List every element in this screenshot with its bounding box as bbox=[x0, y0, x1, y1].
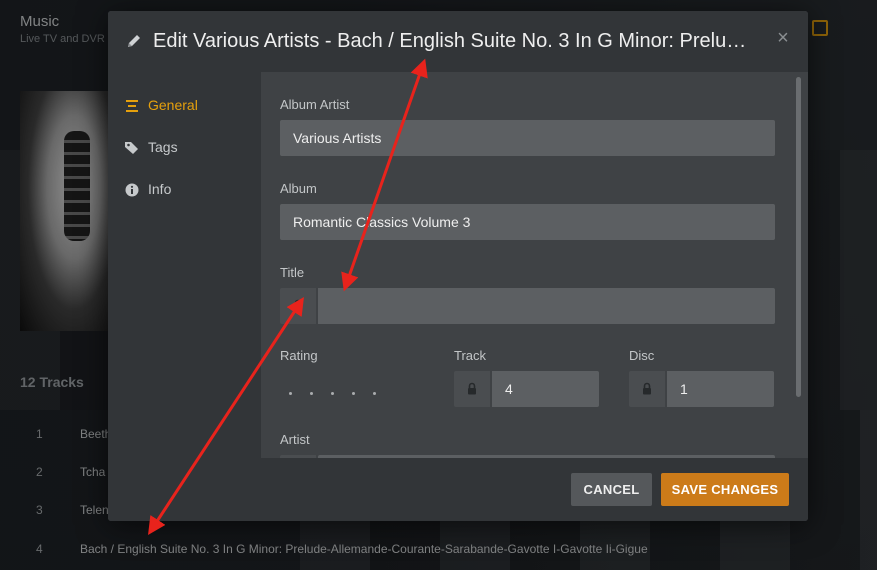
title-lock-button[interactable] bbox=[280, 288, 316, 324]
form-scrollbar-thumb[interactable] bbox=[796, 77, 801, 397]
cancel-button[interactable]: CANCEL bbox=[571, 473, 652, 506]
dialog-sidebar: General Tags Info bbox=[108, 72, 261, 458]
lock-icon bbox=[468, 382, 476, 395]
edit-metadata-dialog: Edit Various Artists - Bach / English Su… bbox=[108, 11, 808, 521]
artist-label: Artist bbox=[280, 432, 310, 447]
disc-lock-button[interactable] bbox=[629, 371, 665, 407]
close-icon[interactable]: × bbox=[774, 28, 792, 48]
lock-icon bbox=[643, 382, 651, 395]
disc-input[interactable]: 1 bbox=[667, 371, 774, 407]
album-artist-input[interactable]: Various Artists bbox=[280, 120, 775, 156]
rating-star-dot[interactable] bbox=[331, 392, 334, 395]
dialog-header: Edit Various Artists - Bach / English Su… bbox=[108, 11, 808, 72]
dialog-title: Edit Various Artists - Bach / English Su… bbox=[153, 30, 753, 52]
sidebar-item-label: Info bbox=[148, 181, 172, 197]
list-icon bbox=[126, 100, 138, 112]
rating-star-dot[interactable] bbox=[373, 392, 376, 395]
save-changes-button[interactable]: SAVE CHANGES bbox=[661, 473, 789, 506]
album-artist-label: Album Artist bbox=[280, 97, 350, 112]
rating-star-dot[interactable] bbox=[310, 392, 313, 395]
sidebar-item-tags[interactable]: Tags bbox=[124, 137, 254, 159]
lock-icon bbox=[294, 299, 302, 312]
track-lock-button[interactable] bbox=[454, 371, 490, 407]
album-input[interactable]: Romantic Classics Volume 3 bbox=[280, 204, 775, 240]
general-form: Album Artist Various Artists Album Roman… bbox=[261, 72, 808, 458]
sidebar-item-info[interactable]: Info bbox=[124, 179, 254, 201]
dialog-footer: CANCEL SAVE CHANGES bbox=[108, 458, 808, 521]
title-label: Title bbox=[280, 265, 305, 280]
disc-label: Disc bbox=[629, 348, 655, 363]
sidebar-item-label: Tags bbox=[148, 139, 178, 155]
sidebar-item-label: General bbox=[148, 97, 198, 113]
rating-star-dot[interactable] bbox=[289, 392, 292, 395]
track-label: Track bbox=[454, 348, 487, 363]
rating-stars[interactable] bbox=[289, 389, 389, 399]
sidebar-item-general[interactable]: General bbox=[124, 95, 254, 117]
pencil-icon bbox=[128, 35, 140, 47]
album-label: Album bbox=[280, 181, 317, 196]
info-icon bbox=[125, 183, 139, 197]
title-input[interactable] bbox=[318, 288, 775, 324]
rating-star-dot[interactable] bbox=[352, 392, 355, 395]
rating-label: Rating bbox=[280, 348, 318, 363]
tags-icon bbox=[125, 142, 138, 154]
track-input[interactable]: 4 bbox=[492, 371, 599, 407]
